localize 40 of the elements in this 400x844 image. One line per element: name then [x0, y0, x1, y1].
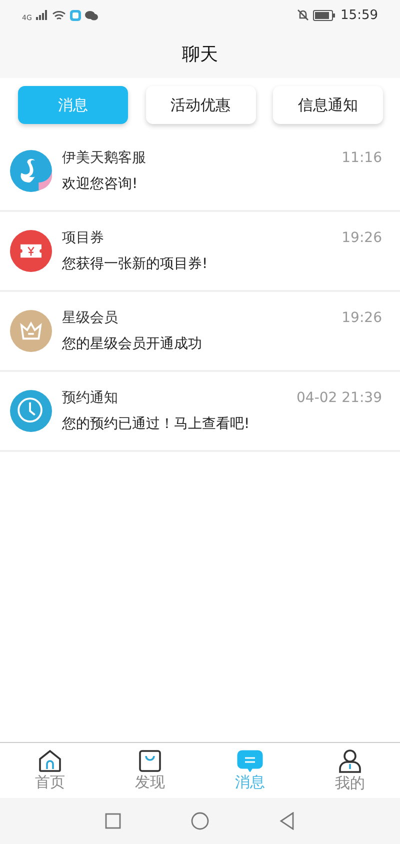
message-preview: 您的星级会员开通成功: [62, 335, 203, 353]
home-button-icon[interactable]: [191, 812, 209, 830]
mute-icon: [296, 9, 309, 21]
chat-bubbles-icon: [84, 10, 98, 20]
back-icon[interactable]: [279, 812, 295, 830]
message-time: 11:16: [342, 150, 382, 166]
message-time: 19:26: [342, 230, 382, 246]
message-time: 04-02 21:39: [296, 390, 382, 406]
swan-avatar-icon: [10, 150, 52, 192]
clock-avatar-icon: [10, 390, 52, 432]
status-time: 15:59: [340, 8, 378, 22]
wifi-icon: [52, 10, 66, 20]
crown-avatar-icon: [10, 310, 52, 352]
home-icon: [38, 750, 62, 772]
sender-name: 预约通知: [62, 389, 118, 407]
tab[interactable]: 信息通知: [273, 86, 383, 124]
tab[interactable]: 活动优惠: [146, 86, 256, 124]
page-title: 聊天: [182, 43, 218, 66]
app-notification-icon: [70, 10, 81, 20]
sender-name: 伊美天鹅客服: [62, 149, 146, 167]
message-preview: 您的预约已通过！马上查看吧!: [62, 415, 251, 433]
nav-tab[interactable]: 发现: [100, 743, 200, 798]
battery-icon: [312, 10, 335, 20]
message-row[interactable]: 星级会员 19:26 您的星级会员开通成功: [0, 292, 400, 372]
message-row[interactable]: 预约通知 04-02 21:39 您的预约已通过！马上查看吧!: [0, 372, 400, 452]
signal-icon: [36, 10, 48, 20]
recent-apps-icon[interactable]: [105, 813, 121, 829]
chat-icon: [237, 750, 263, 772]
message-row[interactable]: 项目券 19:26 您获得一张新的项目券!: [0, 212, 400, 292]
ticket-avatar-icon: [10, 230, 52, 272]
message-preview: 欢迎您咨询!: [62, 175, 139, 193]
message-time: 19:26: [342, 310, 382, 326]
message-preview: 您获得一张新的项目券!: [62, 255, 209, 273]
sender-name: 项目券: [62, 229, 104, 247]
message-row[interactable]: 伊美天鹅客服 11:16 欢迎您咨询!: [0, 132, 400, 212]
bag-icon: [138, 750, 162, 772]
nav-tab[interactable]: 我的: [300, 743, 400, 798]
sender-name: 星级会员: [62, 309, 118, 327]
person-icon: [338, 748, 362, 772]
nav-tab[interactable]: 首页: [0, 743, 100, 798]
